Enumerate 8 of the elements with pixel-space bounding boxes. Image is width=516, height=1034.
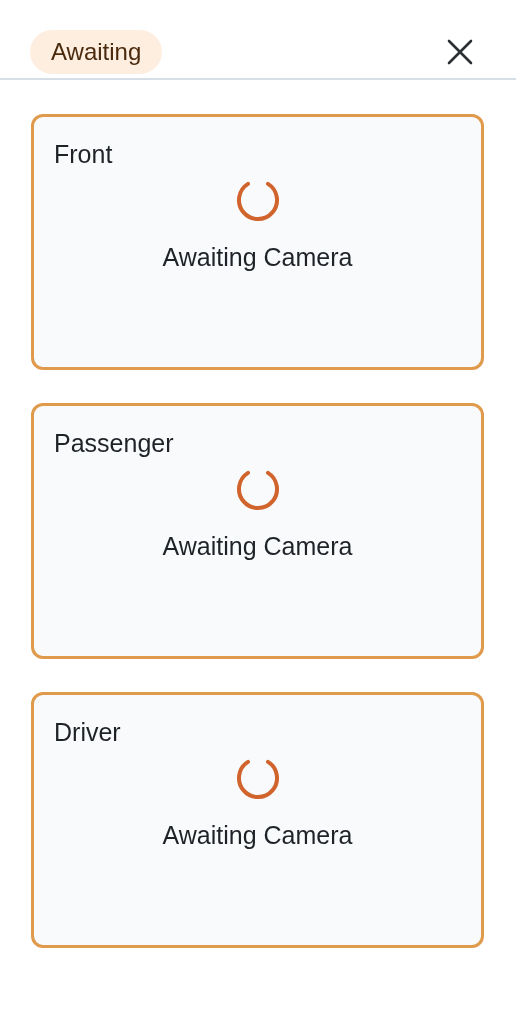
status-badge: Awaiting [30, 30, 163, 74]
camera-title: Driver [54, 717, 121, 748]
camera-status: Awaiting Camera [162, 820, 353, 851]
camera-status: Awaiting Camera [162, 242, 353, 273]
close-icon [447, 39, 473, 65]
camera-title: Passenger [54, 428, 174, 459]
camera-title: Front [54, 139, 113, 170]
camera-status: Awaiting Camera [162, 531, 353, 562]
